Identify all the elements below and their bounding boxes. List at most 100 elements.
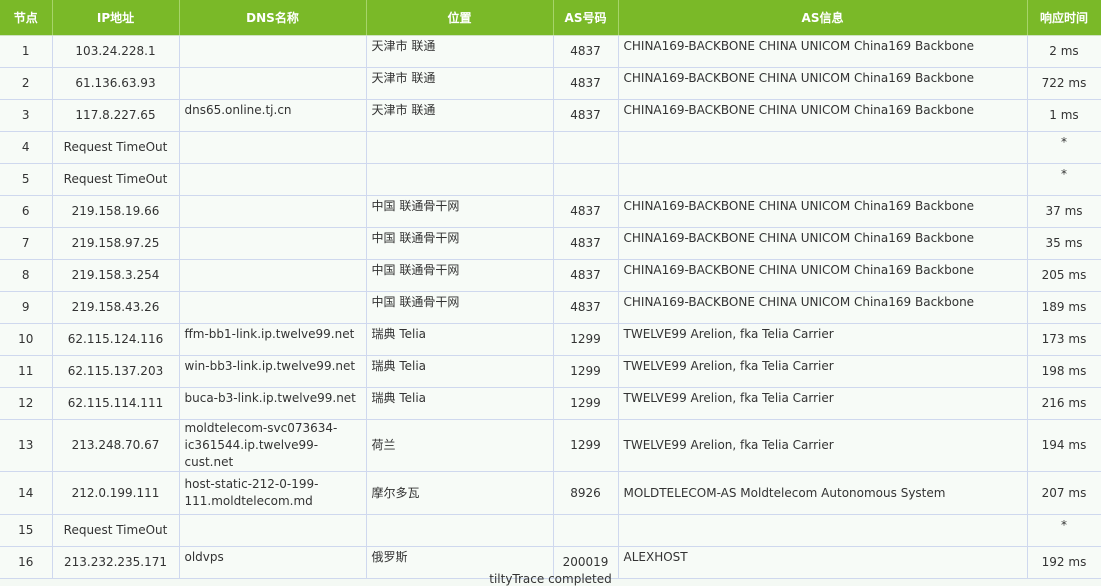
cell-asn-text: 4837: [570, 108, 601, 122]
cell-ip: Request TimeOut: [52, 131, 180, 164]
header-asinfo: AS信息: [618, 0, 1028, 36]
cell-asinfo-text: MOLDTELECOM-AS Moldtelecom Autonomous Sy…: [623, 485, 946, 500]
cell-rtt-text: 207 ms: [1041, 485, 1087, 500]
cell-node: 4: [0, 131, 53, 164]
cell-node-text: 10: [18, 332, 34, 346]
cell-asinfo: CHINA169-BACKBONE CHINA UNICOM China169 …: [618, 35, 1028, 68]
cell-ip-text: 212.0.199.111: [71, 485, 160, 500]
cell-rtt-text: *: [1061, 167, 1067, 181]
cell-rtt: 207 ms: [1027, 471, 1101, 515]
table-row: 4 Request TimeOut *: [0, 131, 1101, 164]
cell-node-text: 1: [21, 44, 30, 58]
cell-asn: [553, 163, 619, 196]
cell-location: 中国 联通骨干网: [366, 259, 554, 292]
cell-ip-text: 213.232.235.171: [63, 555, 168, 569]
cell-node-text: 4: [21, 140, 30, 154]
cell-asinfo-text: CHINA169-BACKBONE CHINA UNICOM China169 …: [623, 231, 975, 245]
cell-location: 中国 联通骨干网: [366, 227, 554, 260]
cell-rtt: 205 ms: [1027, 259, 1101, 292]
cell-ip: 219.158.43.26: [52, 291, 180, 324]
cell-rtt: *: [1027, 131, 1101, 164]
cell-asn-text: 8926: [570, 485, 601, 500]
cell-asinfo-text: CHINA169-BACKBONE CHINA UNICOM China169 …: [623, 103, 975, 117]
cell-node: 10: [0, 323, 53, 356]
cell-rtt-text: 216 ms: [1041, 396, 1087, 410]
header-asn: AS号码: [553, 0, 619, 36]
cell-asn: 4837: [553, 259, 619, 292]
cell-asn-text: 4837: [570, 76, 601, 90]
cell-ip-text: 219.158.43.26: [71, 300, 160, 314]
cell-dns: [179, 514, 367, 547]
cell-rtt: 35 ms: [1027, 227, 1101, 260]
cell-dns: dns65.online.tj.cn: [179, 99, 367, 132]
header-row: 节点 IP地址 DNS名称 位置 AS号码 AS信息 响应时间: [0, 0, 1101, 36]
cell-asinfo: CHINA169-BACKBONE CHINA UNICOM China169 …: [618, 227, 1028, 260]
cell-node: 9: [0, 291, 53, 324]
cell-asinfo-text: TWELVE99 Arelion, fka Telia Carrier: [623, 359, 834, 373]
cell-ip-text: Request TimeOut: [63, 172, 168, 186]
cell-ip: 219.158.3.254: [52, 259, 180, 292]
cell-location-text: 俄罗斯: [371, 550, 408, 564]
header-rtt: 响应时间: [1027, 0, 1101, 36]
cell-ip-text: 219.158.3.254: [71, 268, 160, 282]
cell-ip: 62.115.137.203: [52, 355, 180, 388]
cell-asinfo: CHINA169-BACKBONE CHINA UNICOM China169 …: [618, 259, 1028, 292]
table-row: 6 219.158.19.66 中国 联通骨干网 4837 CHINA169-BACKB…: [0, 195, 1101, 228]
header-dns: DNS名称: [179, 0, 367, 36]
cell-location-text: 天津市 联通: [371, 71, 436, 85]
cell-asinfo-text: ALEXHOST: [623, 550, 688, 564]
cell-dns: [179, 163, 367, 196]
cell-rtt: 2 ms: [1027, 35, 1101, 68]
cell-dns: [179, 35, 367, 68]
cell-dns: host-static-212-0-199-111.moldtelecom.md: [179, 471, 367, 515]
cell-dns: buca-b3-link.ip.twelve99.net: [179, 387, 367, 420]
cell-location-text: 中国 联通骨干网: [371, 231, 460, 245]
cell-location: 中国 联通骨干网: [366, 195, 554, 228]
cell-rtt: 37 ms: [1027, 195, 1101, 228]
cell-rtt: *: [1027, 163, 1101, 196]
table-row: 10 62.115.124.116 ffm-bb1-link.ip.twelve99…: [0, 323, 1101, 356]
cell-location-text: 荷兰: [371, 438, 396, 452]
cell-node: 5: [0, 163, 53, 196]
cell-rtt-text: 35 ms: [1045, 236, 1083, 250]
table-row: 9 219.158.43.26 中国 联通骨干网 4837 CHINA169-BACKB…: [0, 291, 1101, 324]
cell-rtt-text: 1 ms: [1049, 108, 1079, 122]
cell-asn-text: 4837: [570, 236, 601, 250]
cell-location: [366, 163, 554, 196]
header-location: 位置: [366, 0, 554, 36]
cell-asn: 1299: [553, 387, 619, 420]
cell-ip-text: 219.158.97.25: [71, 236, 160, 250]
table-row: 12 62.115.114.111 buca-b3-link.ip.twelve99…: [0, 387, 1101, 420]
cell-node-text: 8: [21, 268, 30, 282]
cell-node: 7: [0, 227, 53, 260]
cell-rtt-text: 722 ms: [1041, 76, 1087, 90]
cell-asinfo: TWELVE99 Arelion, fka Telia Carrier: [618, 419, 1028, 472]
traceroute-table: 节点 IP地址 DNS名称 位置 AS号码 AS信息 响应时间 1 103.24.…: [0, 0, 1101, 579]
cell-location: 天津市 联通: [366, 67, 554, 100]
cell-location: 天津市 联通: [366, 99, 554, 132]
cell-location: 瑞典 Telia: [366, 355, 554, 388]
cell-rtt: 1 ms: [1027, 99, 1101, 132]
cell-ip: 219.158.97.25: [52, 227, 180, 260]
cell-dns-text: buca-b3-link.ip.twelve99.net: [184, 391, 356, 405]
cell-node: 11: [0, 355, 53, 388]
cell-ip: 103.24.228.1: [52, 35, 180, 68]
cell-rtt-text: 173 ms: [1041, 332, 1087, 346]
cell-asn-text: 200019: [562, 555, 609, 569]
table-row: 8 219.158.3.254 中国 联通骨干网 4837 CHINA169-BACKB…: [0, 259, 1101, 292]
cell-asinfo: MOLDTELECOM-AS Moldtelecom Autonomous Sy…: [618, 471, 1028, 515]
cell-ip-text: 62.115.114.111: [67, 396, 164, 410]
cell-dns: [179, 291, 367, 324]
cell-ip: 62.115.114.111: [52, 387, 180, 420]
cell-node-text: 11: [18, 364, 34, 378]
cell-rtt: *: [1027, 514, 1101, 547]
cell-location-text: 瑞典 Telia: [371, 327, 427, 341]
cell-asinfo-text: CHINA169-BACKBONE CHINA UNICOM China169 …: [623, 71, 975, 85]
cell-dns: ffm-bb1-link.ip.twelve99.net: [179, 323, 367, 356]
cell-dns-text: moldtelecom-svc073634-ic361544.ip.twelve…: [184, 421, 338, 469]
cell-node: 3: [0, 99, 53, 132]
cell-location-text: 中国 联通骨干网: [371, 295, 460, 309]
cell-ip: Request TimeOut: [52, 514, 180, 547]
cell-rtt-text: 205 ms: [1041, 268, 1087, 282]
cell-node-text: 3: [21, 108, 30, 122]
